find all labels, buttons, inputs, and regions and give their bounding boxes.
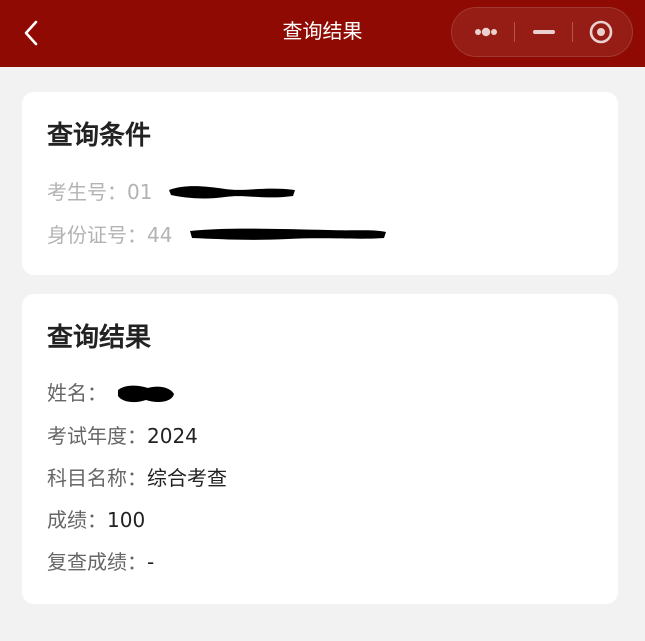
review-score-row: 复查成绩：- (47, 548, 154, 576)
exam-year-row: 考试年度：2024 (47, 422, 198, 450)
review-score-value: - (147, 550, 155, 574)
miniprogram-capsule (451, 7, 633, 57)
name-label: 姓名： (47, 381, 107, 405)
exam-number-redaction (169, 186, 295, 199)
query-conditions-title: 查询条件 (47, 121, 152, 151)
review-score-label: 复查成绩： (47, 550, 147, 574)
exam-number-value: 01 (127, 180, 153, 204)
exam-year-label: 考试年度： (47, 424, 147, 448)
close-miniprogram-button[interactable] (572, 8, 632, 56)
exam-number-label: 考生号： (47, 180, 127, 204)
query-result-card: 查询结果 姓名： 考试年度：2024 科目名称：综合考查 成绩：100 复查成绩… (22, 294, 618, 604)
name-row: 姓名： (47, 379, 107, 407)
subject-row: 科目名称：综合考查 (47, 464, 227, 492)
score-value: 100 (107, 508, 146, 532)
close-target-icon (589, 20, 613, 44)
score-row: 成绩：100 (47, 506, 145, 534)
subject-value: 综合考查 (147, 466, 227, 490)
query-conditions-card: 查询条件 考生号：01 身份证号：44 (22, 92, 618, 275)
exam-year-value: 2024 (147, 424, 198, 448)
id-number-label: 身份证号： (47, 223, 147, 247)
id-number-row: 身份证号：44 (47, 221, 172, 249)
name-redaction (118, 385, 174, 403)
top-nav-bar: 查询结果 (0, 0, 645, 67)
minimize-button[interactable] (514, 8, 574, 56)
more-button[interactable] (456, 8, 516, 56)
subject-label: 科目名称： (47, 466, 147, 490)
minimize-icon (533, 30, 555, 34)
id-number-redaction (190, 228, 386, 240)
more-dots-icon (475, 27, 497, 37)
id-number-value: 44 (147, 223, 173, 247)
query-result-title: 查询结果 (47, 323, 152, 353)
exam-number-row: 考生号：01 (47, 178, 152, 206)
score-label: 成绩： (47, 508, 107, 532)
